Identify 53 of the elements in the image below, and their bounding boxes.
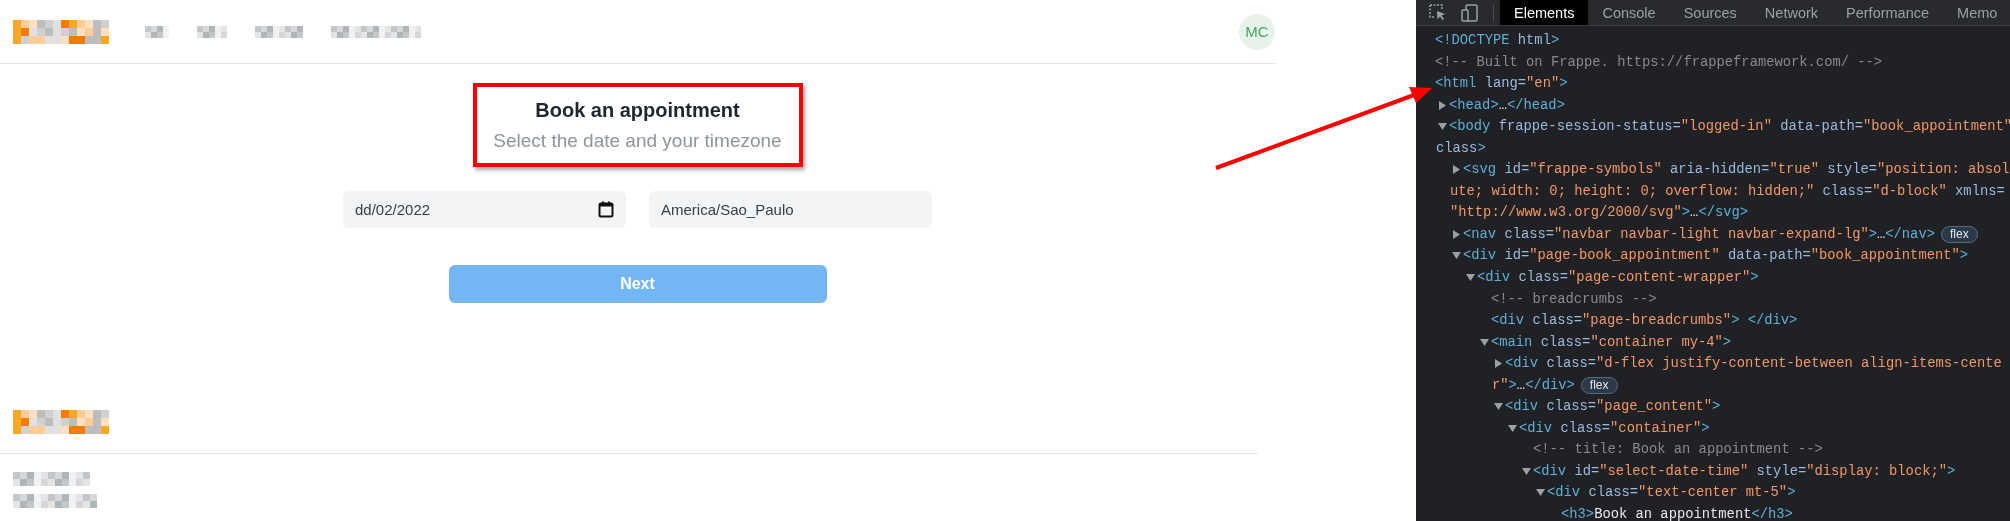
code-line[interactable]: <div class="page-breadcrumbs"> </div> bbox=[1491, 310, 1798, 332]
devtools-tab[interactable]: Memo bbox=[1943, 0, 2010, 25]
devtools-tab[interactable]: Performance bbox=[1832, 0, 1944, 25]
collapse-arrow-icon[interactable] bbox=[1536, 488, 1545, 498]
code-line[interactable]: <nav class="navbar navbar-light navbar-expand-lg">…</nav> bbox=[1463, 223, 1935, 246]
collapse-arrow-icon[interactable] bbox=[1466, 273, 1475, 282]
calendar-icon[interactable] bbox=[598, 201, 614, 218]
code-line[interactable]: <html lang="en"> bbox=[1435, 73, 1568, 95]
code-line[interactable]: <svg id="frappe-symbols" aria-hidden="true" style="position: absol bbox=[1463, 159, 2010, 181]
code-line[interactable]: "http://www.w3.org/2000/svg">…</svg> bbox=[1450, 202, 1749, 224]
code-line[interactable]: <head>…</head> bbox=[1449, 94, 1565, 117]
timezone-field[interactable]: America/Sao_Paulo bbox=[649, 191, 932, 228]
date-field[interactable]: dd/02/2022 bbox=[343, 191, 626, 228]
code-line[interactable]: r">…</div> bbox=[1492, 374, 1575, 397]
code-line[interactable]: <body frappe-session-status="logged-in" data-path="book_appointment" bbox=[1449, 116, 2010, 138]
flex-badge[interactable]: flex bbox=[1940, 226, 1978, 244]
code-comment[interactable]: <!-- Built on Frappe. https://frappeframework.com/ --> bbox=[1435, 51, 1883, 74]
code-line[interactable]: <div class="page_content"> bbox=[1505, 396, 1721, 418]
flex-badge[interactable]: flex bbox=[1580, 377, 1618, 394]
collapse-arrow-icon[interactable] bbox=[1438, 122, 1447, 132]
code-line[interactable]: <div class="page-content-wrapper"> bbox=[1477, 267, 1759, 289]
expand-arrow-icon[interactable] bbox=[1452, 165, 1461, 175]
page-title: Book an appointment bbox=[535, 98, 740, 122]
code-line[interactable]: <h3>Book an appointment</h3> bbox=[1561, 504, 1793, 521]
collapse-arrow-icon[interactable] bbox=[1480, 337, 1489, 347]
devtools-tab[interactable]: Console bbox=[1588, 0, 1670, 25]
code-line[interactable]: <div id="page-book_appointment" data-path="book_appointment"> bbox=[1463, 245, 1969, 267]
devtools-tab[interactable]: Elements bbox=[1500, 0, 1589, 25]
code-line[interactable]: <div class="d-flex justify-content-between align-items-cente bbox=[1505, 353, 2002, 375]
code-line[interactable]: <div id="select-date-time" style="display: block;"> bbox=[1533, 460, 1956, 483]
devtools-tab[interactable]: Network bbox=[1750, 0, 1833, 25]
expand-arrow-icon[interactable] bbox=[1452, 229, 1461, 239]
page-subtitle: Select the date and your timezone bbox=[493, 129, 782, 152]
code-line[interactable]: <div class="container"> bbox=[1519, 417, 1710, 440]
blurred-nav-item bbox=[197, 25, 227, 38]
code-line[interactable]: ute; width: 0; height: 0; overflow: hidden;" class="d-block" xmlns= bbox=[1450, 180, 2005, 203]
collapse-arrow-icon[interactable] bbox=[1522, 466, 1531, 476]
expand-arrow-icon[interactable] bbox=[1438, 100, 1447, 110]
code-line[interactable]: <div class="text-center mt-5"> bbox=[1547, 482, 1796, 505]
code-comment[interactable]: <!-- title: Book an appointment --> bbox=[1533, 439, 1823, 461]
device-icon[interactable] bbox=[1461, 3, 1479, 22]
code-line[interactable]: <!DOCTYPE html> bbox=[1435, 30, 1560, 52]
collapse-arrow-icon[interactable] bbox=[1508, 423, 1517, 433]
expand-arrow-icon[interactable] bbox=[1494, 359, 1503, 369]
inspect-icon[interactable] bbox=[1429, 4, 1447, 21]
code-line[interactable]: class> bbox=[1436, 137, 1486, 160]
blurred-nav-item bbox=[145, 25, 169, 38]
blurred-nav-item bbox=[255, 25, 303, 38]
code-line[interactable]: <main class="container my-4"> bbox=[1491, 331, 1732, 354]
collapse-arrow-icon[interactable] bbox=[1452, 251, 1461, 261]
devtools-tab[interactable]: Sources bbox=[1669, 0, 1751, 25]
collapse-arrow-icon[interactable] bbox=[1494, 402, 1503, 412]
code-comment[interactable]: <!-- breadcrumbs --> bbox=[1491, 288, 1657, 311]
